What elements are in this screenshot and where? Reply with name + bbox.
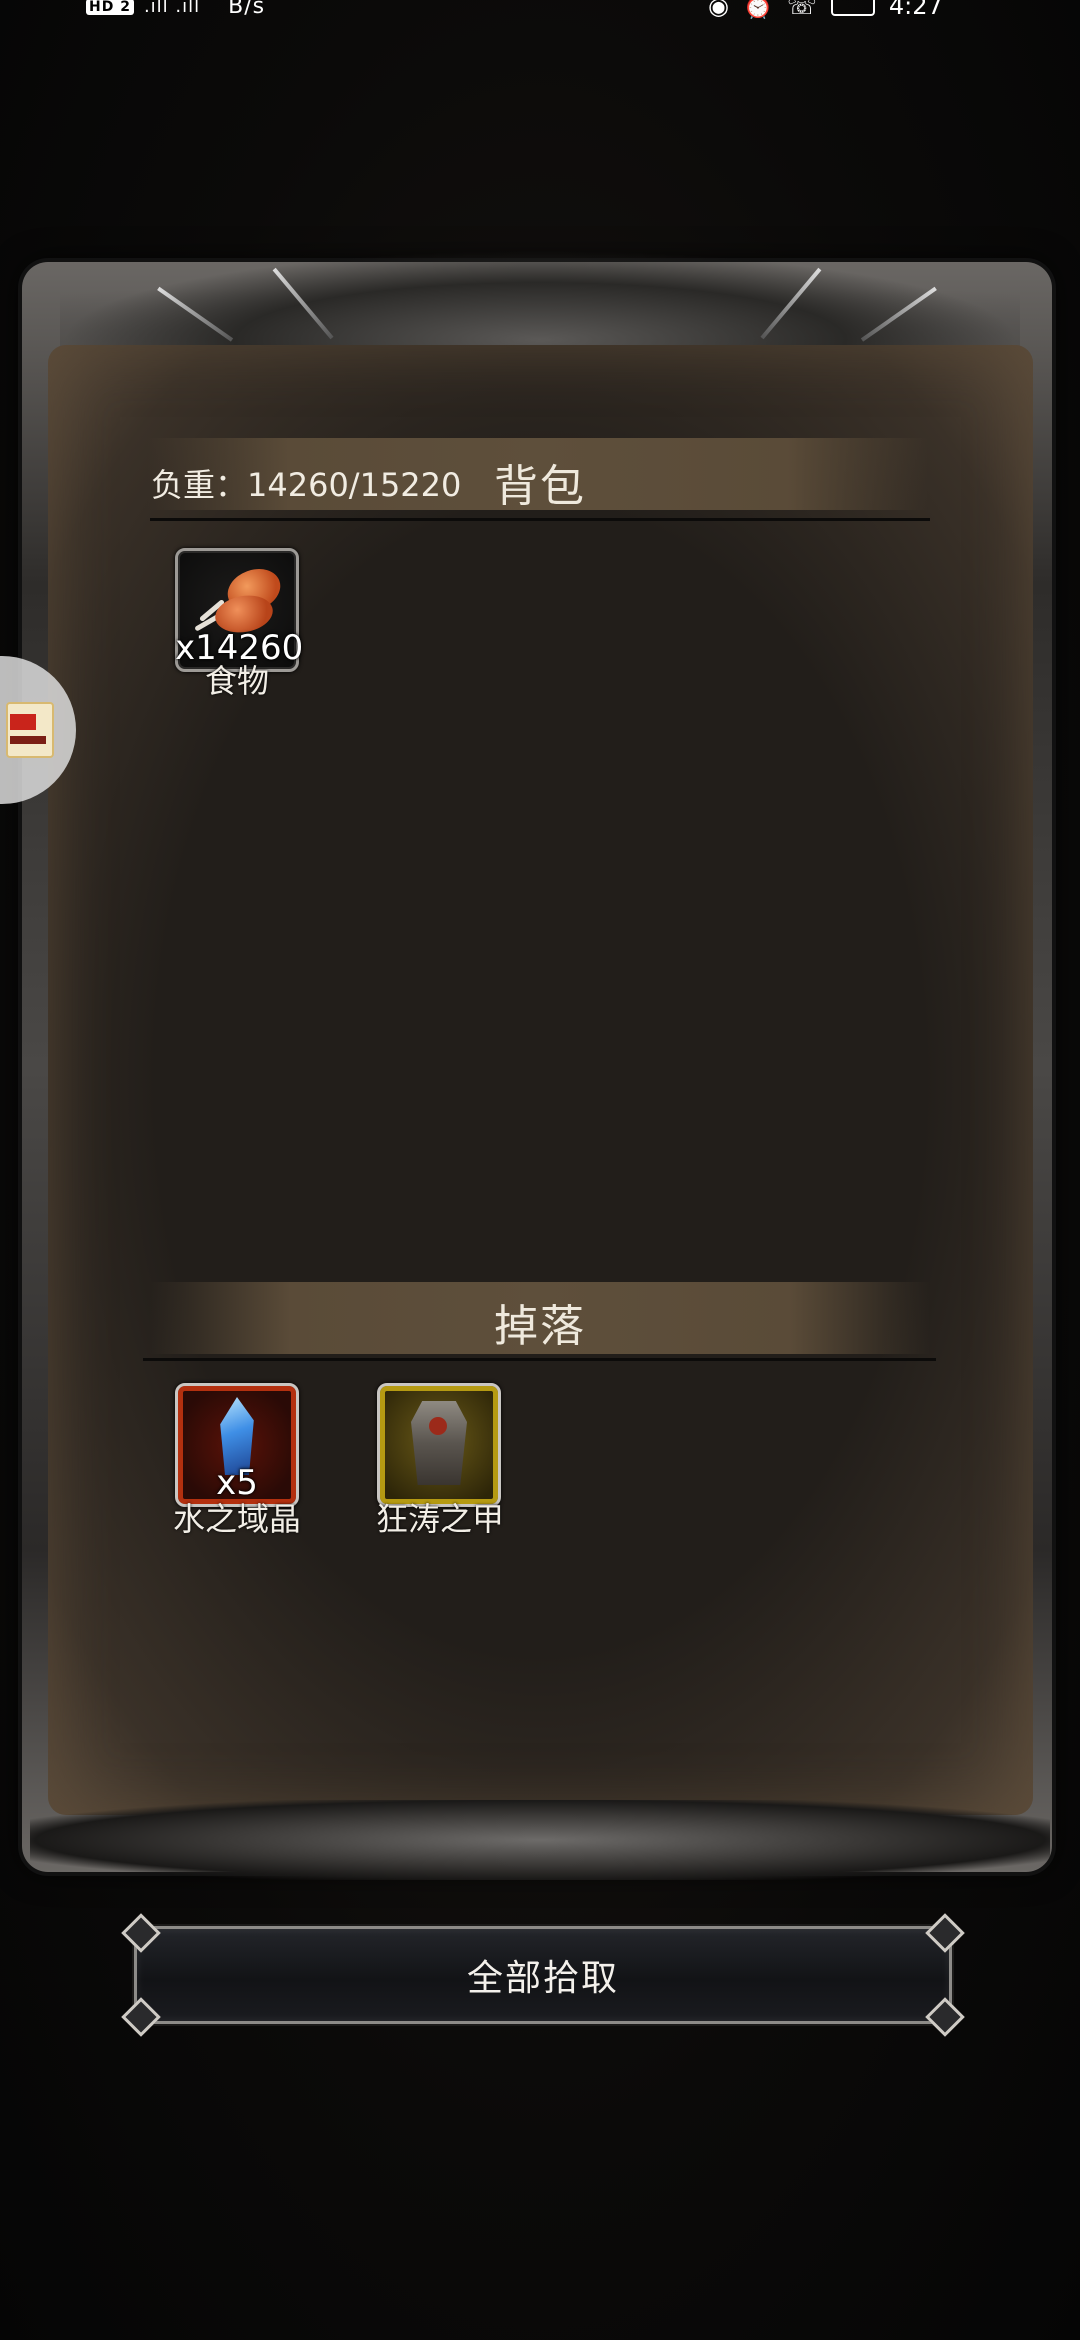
drop-item-armor[interactable] [377, 1383, 501, 1507]
item-slot-frame [377, 1383, 501, 1507]
collect-all-label: 全部拾取 [466, 1958, 619, 1999]
status-right: ◉ ⏰ ☏ 4:27 [708, 0, 943, 20]
battery-icon [830, 0, 875, 16]
button-corner-ornament [925, 1913, 965, 1953]
status-left: HD 2 .ıll .ıll B/s [86, 0, 265, 19]
drops-title: 掉落 [494, 1301, 586, 1352]
signal-icon: .ıll .ıll [143, 0, 201, 17]
item-name: 狂涛之甲 [375, 1500, 504, 1538]
button-corner-ornament [121, 1913, 161, 1953]
inventory-item-food[interactable]: x14260 [175, 548, 303, 672]
inventory-header-divider [150, 518, 930, 521]
status-bar: HD 2 .ıll .ıll B/s ◉ ⏰ ☏ 4:27 [0, 0, 1080, 24]
button-corner-ornament [925, 1997, 965, 2037]
card-red-label [10, 714, 36, 730]
alarm-icon: ⏰ [742, 0, 773, 20]
item-name: 食物 [204, 662, 269, 700]
hd-badge: HD 2 [86, 0, 134, 15]
eye-icon: ◉ [708, 0, 729, 20]
gift-card-icon [6, 702, 54, 758]
card-strip [10, 736, 46, 744]
item-name: 水之域晶 [172, 1500, 301, 1538]
button-corner-ornament [121, 1997, 161, 2037]
weight-capacity: 负重：14260/15220 [151, 466, 462, 504]
drops-header-divider [143, 1358, 936, 1361]
network-speed: B/s [228, 0, 266, 19]
inventory-title: 背包 [494, 461, 586, 512]
collect-all-button[interactable]: 全部拾取 [121, 1913, 965, 2037]
drop-item-water-crystal[interactable]: x5 [175, 1383, 299, 1507]
clock: 4:27 [888, 0, 943, 20]
frame-bottom-ornament [30, 1800, 1050, 1880]
wifi-call-icon: ☏ [786, 0, 817, 20]
